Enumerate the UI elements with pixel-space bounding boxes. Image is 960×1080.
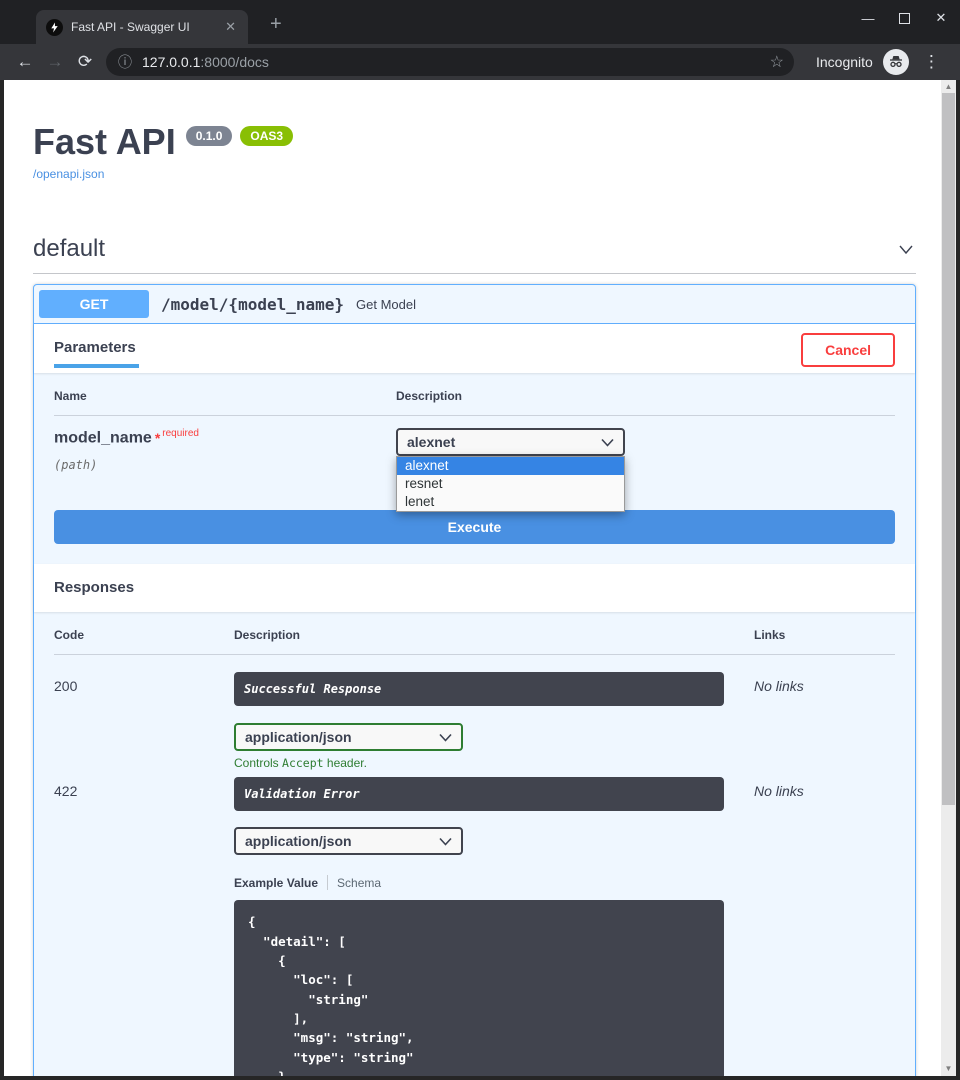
cancel-button[interactable]: Cancel (801, 333, 895, 367)
tab-divider (327, 875, 328, 890)
operation-path: /model/{model_name} (161, 295, 344, 314)
address-bar[interactable]: ⓘ 127.0.0.1:8000/docs ☆ (106, 48, 794, 76)
back-icon[interactable]: ← (10, 52, 40, 72)
maximize-icon[interactable] (899, 13, 910, 24)
responses-title: Responses (54, 579, 134, 596)
column-header-name: Name (54, 389, 396, 403)
response-links: No links (754, 672, 895, 770)
response-row-200: 200 Successful Response application/json… (54, 655, 895, 770)
selected-option: alexnet (407, 434, 455, 450)
dropdown-option-lenet[interactable]: lenet (397, 493, 624, 511)
responses-header: Responses (34, 564, 915, 612)
url-text[interactable]: 127.0.0.1:8000/docs (142, 54, 770, 70)
response-links: No links (754, 777, 895, 1080)
browser-menu-icon[interactable]: ⋮ (923, 52, 939, 72)
opblock-get: GET /model/{model_name} Get Model Parame… (33, 284, 916, 1080)
operation-summary[interactable]: GET /model/{model_name} Get Model (34, 285, 915, 324)
minimize-icon[interactable]: — (861, 11, 875, 26)
new-tab-icon[interactable]: + (262, 10, 290, 44)
url-path: :8000/docs (200, 54, 269, 70)
response-code: 200 (54, 672, 234, 770)
parameters-table: Name Description model_name*required (pa… (34, 373, 915, 564)
chevron-down-icon[interactable] (896, 239, 916, 259)
select-chevron-icon (439, 733, 452, 742)
incognito-icon (883, 49, 909, 75)
dropdown-option-alexnet[interactable]: alexnet (397, 457, 624, 475)
required-label: required (162, 428, 199, 439)
scroll-down-icon[interactable]: ▼ (941, 1062, 956, 1076)
version-badge: 0.1.0 (186, 126, 233, 146)
tab-title: Fast API - Swagger UI (71, 20, 221, 34)
responses-table: Code Description Links 200 Successful Re… (34, 612, 915, 1080)
parameter-name: model_name (54, 430, 152, 447)
bookmark-star-icon[interactable]: ☆ (770, 52, 784, 72)
content-type-value: application/json (245, 729, 352, 745)
tag-section-header[interactable]: default (33, 235, 916, 274)
operation-summary-text: Get Model (356, 297, 416, 312)
scrollbar-thumb[interactable] (942, 93, 955, 805)
response-row-422: 422 Validation Error application/json Ex… (54, 770, 895, 1080)
browser-titlebar: Fast API - Swagger UI ✕ + — ✕ (0, 0, 960, 44)
close-icon[interactable]: ✕ (934, 10, 948, 26)
response-code: 422 (54, 777, 234, 1080)
openapi-spec-link[interactable]: /openapi.json (33, 167, 104, 181)
parameters-header: Parameters Cancel (34, 324, 915, 373)
model-name-dropdown: alexnet resnet lenet (396, 456, 625, 512)
execute-button[interactable]: Execute (54, 510, 895, 544)
incognito-label: Incognito (816, 54, 873, 70)
site-info-icon[interactable]: ⓘ (118, 52, 132, 72)
tab-parameters[interactable]: Parameters (54, 339, 136, 368)
reload-icon[interactable]: ⟳ (70, 52, 100, 72)
response-description-block: Successful Response (234, 672, 724, 706)
column-header-description: Description (396, 389, 895, 403)
content-type-select-422[interactable]: application/json (234, 827, 463, 855)
select-chevron-icon (439, 837, 452, 846)
scrollbar[interactable]: ▲ ▼ (941, 80, 956, 1076)
page-title: Fast API (33, 120, 176, 163)
page-viewport: Fast API 0.1.0 OAS3 /openapi.json defaul… (0, 80, 960, 1080)
tab-close-icon[interactable]: ✕ (221, 19, 240, 35)
forward-icon[interactable]: → (40, 52, 70, 72)
browser-tab[interactable]: Fast API - Swagger UI ✕ (36, 10, 248, 44)
accept-code: Accept (282, 756, 324, 770)
response-description-block: Validation Error (234, 777, 724, 811)
column-header-response-description: Description (234, 628, 754, 642)
example-json-block: { "detail": [ { "loc": [ "string" ], "ms… (234, 900, 724, 1080)
model-name-select[interactable]: alexnet (396, 428, 625, 456)
accept-header-note: Controls Accept header. (234, 756, 754, 770)
parameter-row: model_name*required (path) alexnet alexn… (54, 416, 895, 510)
method-badge: GET (39, 290, 149, 318)
content-type-select-200[interactable]: application/json (234, 723, 463, 751)
url-host: 127.0.0.1 (142, 54, 200, 70)
tag-section-title: default (33, 235, 105, 263)
content-type-value: application/json (245, 833, 352, 849)
column-header-links: Links (754, 628, 895, 642)
oas-badge: OAS3 (240, 126, 293, 146)
fastapi-favicon-icon (46, 19, 63, 36)
tab-schema[interactable]: Schema (337, 876, 381, 890)
dropdown-option-resnet[interactable]: resnet (397, 475, 624, 493)
tab-example-value[interactable]: Example Value (234, 876, 318, 890)
select-chevron-icon (601, 438, 614, 447)
column-header-code: Code (54, 628, 234, 642)
parameter-location: (path) (54, 458, 396, 472)
scroll-up-icon[interactable]: ▲ (941, 80, 956, 94)
browser-toolbar: ← → ⟳ ⓘ 127.0.0.1:8000/docs ☆ Incognito … (0, 44, 960, 80)
required-asterisk: * (155, 430, 160, 446)
